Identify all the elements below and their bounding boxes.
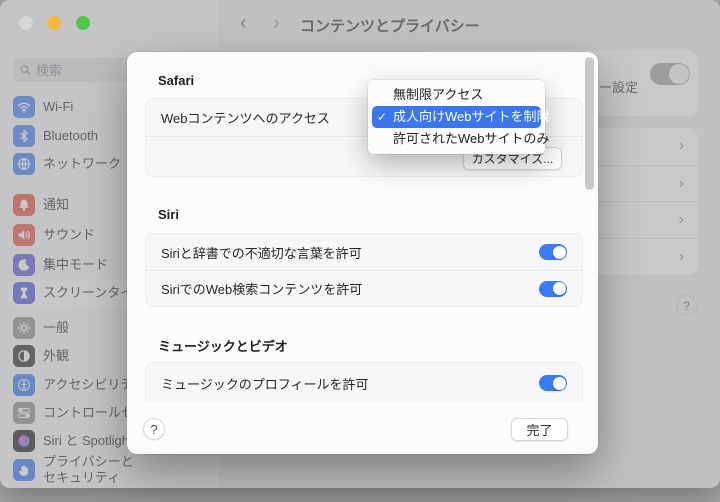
siri-card: Siriと辞書での不適切な言葉を許可 SiriでのWeb検索コンテンツを許可	[145, 233, 583, 307]
music-profile-toggle[interactable]	[539, 375, 567, 391]
done-button[interactable]: 完了	[511, 418, 568, 441]
menu-item-allowed-websites-only[interactable]: 許可されたWebサイトのみ	[372, 128, 550, 150]
siri-web-search-row: SiriでのWeb検索コンテンツを許可	[146, 270, 582, 306]
section-header-music-video: ミュージックとビデオ	[158, 339, 288, 354]
zoom-button[interactable]	[76, 16, 90, 30]
screen: Wi-Fi Bluetooth ネットワーク 通知 サウンド 集中モード	[0, 0, 720, 502]
siri-explicit-language-row: Siriと辞書での不適切な言葉を許可	[146, 234, 582, 270]
toggle-knob	[552, 376, 566, 390]
checkmark-icon: ✓	[377, 110, 388, 124]
toggle-knob	[552, 282, 566, 295]
toggle-knob	[552, 245, 566, 259]
web-content-access-menu: 無制限アクセス ✓ 成人向けWebサイトを制限 許可されたWebサイトのみ	[368, 80, 550, 154]
menu-item-unrestricted[interactable]: 無制限アクセス	[372, 84, 541, 106]
row-label: Siriと辞書での不適切な言葉を許可	[161, 245, 362, 261]
siri-explicit-language-toggle[interactable]	[539, 244, 567, 260]
row-label: SiriでのWeb検索コンテンツを許可	[161, 282, 363, 297]
close-button[interactable]	[19, 16, 33, 30]
help-button[interactable]: ?	[143, 418, 165, 440]
section-header-siri: Siri	[158, 207, 179, 222]
minimize-button[interactable]	[47, 16, 61, 30]
siri-web-search-toggle[interactable]	[539, 280, 567, 297]
modal-scrollbar[interactable]	[585, 57, 594, 190]
row-label: ミュージックのプロフィールを許可	[161, 376, 369, 392]
section-header-safari: Safari	[158, 73, 195, 88]
music-profile-row: ミュージックのプロフィールを許可	[146, 363, 582, 402]
music-card: ミュージックのプロフィールを許可	[145, 362, 583, 402]
menu-item-limit-adult-websites[interactable]: ✓ 成人向けWebサイトを制限	[372, 106, 550, 128]
menu-item-label: 成人向けWebサイトを制限	[393, 109, 550, 124]
row-label: Webコンテンツへのアクセス	[161, 111, 330, 126]
